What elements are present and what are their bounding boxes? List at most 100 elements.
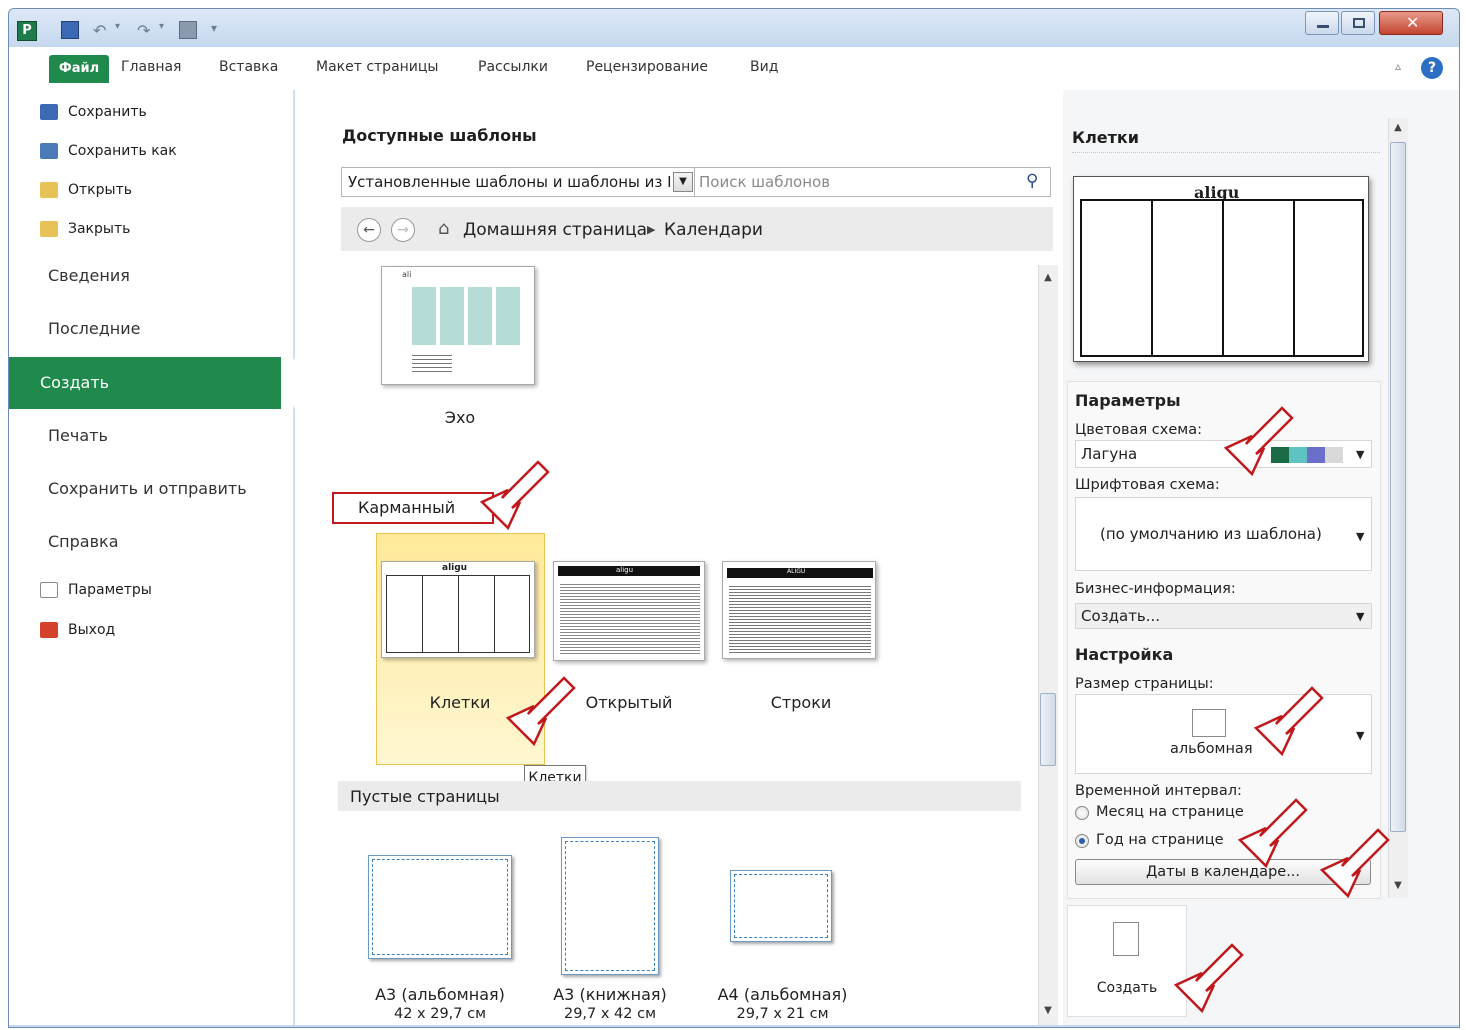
echo-thumb-grid xyxy=(412,287,522,345)
parameters-title: Параметры xyxy=(1075,391,1181,410)
scroll-down-icon[interactable]: ▼ xyxy=(1040,1005,1056,1016)
color-scheme-dropdown[interactable]: Лагуна ▼ xyxy=(1075,440,1372,468)
template-lines-thumbnail[interactable]: ALIGU xyxy=(722,561,876,659)
breadcrumb-home[interactable]: Домашняя страница xyxy=(463,220,647,240)
chevron-down-icon: ▼ xyxy=(1356,729,1365,742)
redo-dropdown-icon[interactable]: ▾ xyxy=(159,21,177,39)
undo-dropdown-icon[interactable]: ▾ xyxy=(115,21,133,39)
home-icon[interactable]: ⌂ xyxy=(438,218,449,239)
scroll-down-icon[interactable]: ▼ xyxy=(1390,880,1406,891)
breadcrumb-separator-icon: ▶ xyxy=(647,223,656,236)
nav-print[interactable]: Печать xyxy=(48,426,108,445)
color-scheme-label: Цветовая схема: xyxy=(1075,422,1202,438)
close-icon: ✕ xyxy=(1406,13,1420,32)
cells-thumb-title: aligu xyxy=(442,563,468,573)
nav-save-send[interactable]: Сохранить и отправить xyxy=(48,479,247,498)
help-icon[interactable]: ? xyxy=(1421,57,1443,79)
nav-save-label: Сохранить xyxy=(68,104,147,120)
color-swatch-3 xyxy=(1307,447,1325,463)
calendar-dates-button[interactable]: Даты в календаре... xyxy=(1075,859,1371,885)
minimize-ribbon-icon[interactable]: ▵ xyxy=(1395,59,1401,73)
tab-review[interactable]: Рецензирование xyxy=(586,59,708,75)
lines-thumb-body xyxy=(729,584,871,654)
color-swatch-2 xyxy=(1289,447,1307,463)
setup-title: Настройка xyxy=(1075,645,1174,664)
business-info-value: Создать... xyxy=(1081,607,1161,625)
template-search-input[interactable]: Поиск шаблонов xyxy=(695,167,1051,197)
nav-options-label: Параметры xyxy=(68,582,152,598)
nav-info[interactable]: Сведения xyxy=(48,266,130,285)
maximize-icon xyxy=(1353,18,1365,28)
template-echo-thumbnail[interactable]: ali xyxy=(381,266,535,385)
nav-open[interactable]: Открыть xyxy=(40,179,132,201)
chevron-down-icon: ▼ xyxy=(1356,530,1365,543)
maximize-button[interactable] xyxy=(1341,11,1375,35)
tab-mailings[interactable]: Рассылки xyxy=(478,59,548,75)
radio-month-per-page[interactable] xyxy=(1075,806,1089,820)
templates-scrollbar-thumb[interactable] xyxy=(1040,693,1056,766)
blank-page-a3-landscape[interactable] xyxy=(368,855,512,959)
tab-insert[interactable]: Вставка xyxy=(219,59,278,75)
save-icon xyxy=(40,104,58,120)
app-icon-letter: P xyxy=(22,23,32,38)
template-open-label: Открытый xyxy=(585,693,673,712)
nav-recent[interactable]: Последние xyxy=(48,319,140,338)
nav-exit[interactable]: Выход xyxy=(40,619,115,641)
color-swatch-1 xyxy=(1271,447,1289,463)
scroll-up-icon[interactable]: ▲ xyxy=(1040,272,1056,283)
blank-a4-landscape-size: 29,7 x 21 см xyxy=(736,1006,829,1022)
create-button[interactable]: Создать xyxy=(1067,905,1187,1017)
forward-icon[interactable]: → xyxy=(391,218,415,242)
templates-scrollbar[interactable] xyxy=(1038,265,1058,1025)
back-icon[interactable]: ← xyxy=(357,218,381,242)
undo-icon[interactable]: ↶ xyxy=(93,21,111,40)
redo-icon[interactable]: ↷ xyxy=(137,21,155,40)
minimize-icon xyxy=(1317,25,1329,28)
blank-pages-header: Пустые страницы xyxy=(338,781,1021,811)
minimize-button[interactable] xyxy=(1305,11,1339,35)
print-icon[interactable] xyxy=(179,21,197,39)
lines-thumb-title: ALIGU xyxy=(787,568,806,575)
tab-home[interactable]: Главная xyxy=(121,59,181,75)
nav-close-label: Закрыть xyxy=(68,221,131,237)
template-lines-label: Строки xyxy=(770,693,832,712)
interval-label: Временной интервал: xyxy=(1075,783,1242,799)
scroll-up-icon[interactable]: ▲ xyxy=(1390,122,1406,133)
nav-create[interactable]: Создать xyxy=(9,357,281,409)
nav-options[interactable]: Параметры xyxy=(40,579,152,601)
radio-year-per-page[interactable] xyxy=(1075,834,1089,848)
tab-view[interactable]: Вид xyxy=(750,59,778,75)
nav-help[interactable]: Справка xyxy=(48,532,119,551)
radio-year-label: Год на странице xyxy=(1096,832,1224,848)
open-thumb-title: aligu xyxy=(616,566,634,574)
tab-page-layout[interactable]: Макет страницы xyxy=(316,59,439,75)
tab-file[interactable]: Файл xyxy=(49,55,109,83)
template-source-dropdown[interactable]: Установленные шаблоны и шаблоны из I xyxy=(341,167,695,197)
chevron-down-icon: ▼ xyxy=(1356,610,1365,623)
publisher-app-icon[interactable]: P xyxy=(17,21,37,41)
blank-page-a3-portrait[interactable] xyxy=(561,837,659,975)
business-info-dropdown[interactable]: Создать... ▼ xyxy=(1075,603,1372,629)
open-folder-icon xyxy=(40,182,58,198)
blank-a3-landscape-name: А3 (альбомная) xyxy=(375,985,505,1004)
page-size-dropdown[interactable]: альбомная ▼ xyxy=(1075,694,1372,774)
chevron-down-icon[interactable]: ▼ xyxy=(673,172,693,192)
create-button-label: Создать xyxy=(1096,980,1158,996)
nav-save[interactable]: Сохранить xyxy=(40,101,147,123)
font-scheme-dropdown[interactable]: (по умолчанию из шаблона) ▼ xyxy=(1075,497,1372,571)
search-icon[interactable]: ⚲ xyxy=(1026,171,1038,191)
blank-a3-portrait-size: 29,7 x 42 см xyxy=(563,1006,657,1022)
color-swatch-4 xyxy=(1325,447,1343,463)
nav-save-as[interactable]: Сохранить как xyxy=(40,140,177,162)
nav-close[interactable]: Закрыть xyxy=(40,218,130,240)
template-cells-thumbnail[interactable]: aligu xyxy=(381,561,535,658)
options-scrollbar-thumb[interactable] xyxy=(1390,142,1406,832)
page-landscape-icon xyxy=(1192,709,1226,737)
font-scheme-value: (по умолчанию из шаблона) xyxy=(1100,525,1322,543)
title-divider xyxy=(1072,152,1380,153)
blank-page-a4-landscape[interactable] xyxy=(730,870,832,942)
customize-toolbar-icon[interactable]: ▾ xyxy=(211,21,229,39)
template-open-thumbnail[interactable]: aligu xyxy=(553,561,705,661)
close-button[interactable]: ✕ xyxy=(1379,11,1443,35)
save-icon[interactable] xyxy=(61,21,79,39)
